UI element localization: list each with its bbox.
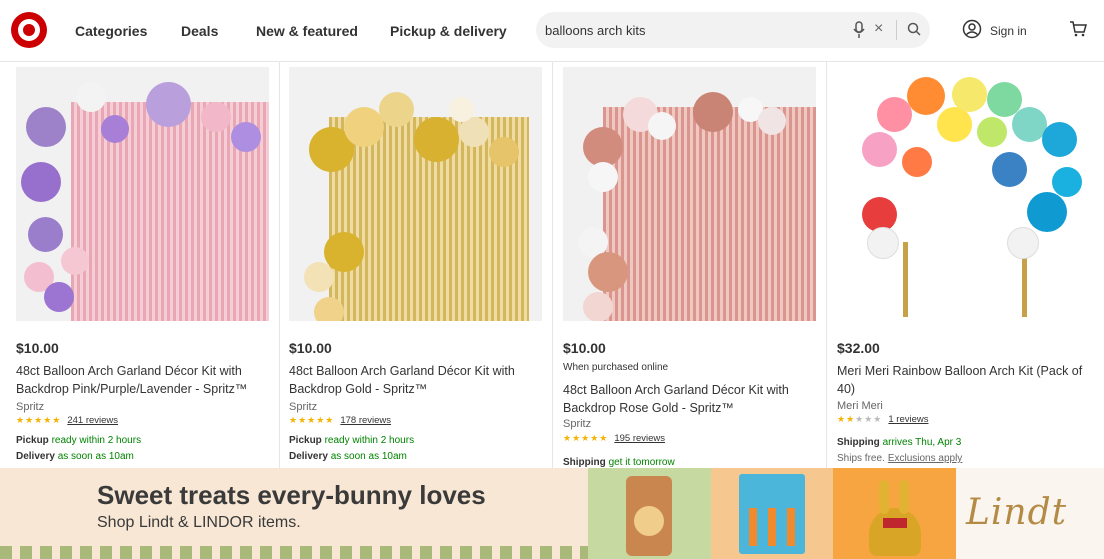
account-icon[interactable] xyxy=(962,19,982,39)
cart-icon[interactable] xyxy=(1069,20,1087,38)
fulfillment-label: Pickup xyxy=(16,435,49,446)
product-brand[interactable]: Spritz xyxy=(563,418,591,430)
product-title[interactable]: Meri Meri Rainbow Balloon Arch Kit (Pack… xyxy=(837,362,1087,398)
reviews-link[interactable]: 1 reviews xyxy=(888,414,928,425)
delivery-line: Delivery as soon as 10am xyxy=(16,451,134,462)
reviews-link[interactable]: 195 reviews xyxy=(614,433,665,444)
clear-search-icon[interactable]: × xyxy=(874,20,883,38)
product-brand[interactable]: Meri Meri xyxy=(837,400,883,412)
product-image[interactable] xyxy=(289,67,542,321)
price-note: When purchased online xyxy=(563,362,669,373)
shipping-line: Shipping get it tomorrow xyxy=(563,457,675,468)
nav-categories[interactable]: Categories xyxy=(75,23,147,39)
bunny-ear-icon xyxy=(879,480,889,514)
ships-free-text: Ships free. xyxy=(837,453,885,464)
rating-stars-icon: ★★★★★ xyxy=(16,415,62,425)
product-rating[interactable]: ★★★★★ 241 reviews xyxy=(16,415,118,426)
target-logo-icon[interactable] xyxy=(11,12,47,48)
fulfillment-value: arrives Thu, Apr 3 xyxy=(882,437,962,448)
fulfillment-value: get it tomorrow xyxy=(608,457,675,468)
carrot-icon xyxy=(768,508,776,546)
fulfillment-label: Pickup xyxy=(289,435,322,446)
fulfillment-label: Delivery xyxy=(16,451,55,462)
fulfillment-value: ready within 2 hours xyxy=(324,435,415,446)
product-price: $10.00 xyxy=(289,340,332,356)
search-icon[interactable] xyxy=(907,22,921,36)
product-image[interactable] xyxy=(16,67,269,321)
search-bar[interactable]: balloons arch kits × xyxy=(536,12,930,48)
product-title[interactable]: 48ct Balloon Arch Garland Décor Kit with… xyxy=(563,381,808,417)
product-rating[interactable]: ★★★★★ 178 reviews xyxy=(289,415,391,426)
decorative-stripes xyxy=(0,546,588,559)
shipping-line: Shipping arrives Thu, Apr 3 xyxy=(837,437,961,448)
carrot-icon xyxy=(749,508,757,546)
exclusions-link[interactable]: Exclusions apply xyxy=(888,453,962,464)
reviews-link[interactable]: 178 reviews xyxy=(340,415,391,426)
product-card[interactable]: $10.00 48ct Balloon Arch Garland Décor K… xyxy=(280,62,553,468)
reviews-link[interactable]: 241 reviews xyxy=(67,415,118,426)
fulfillment-value: as soon as 10am xyxy=(57,451,134,462)
rating-stars-icon: ★★ xyxy=(837,414,856,424)
nav-new-featured[interactable]: New & featured xyxy=(256,23,358,39)
banner-headline: Sweet treats every-bunny loves xyxy=(97,480,486,510)
fulfillment-label: Shipping xyxy=(563,457,606,468)
product-card[interactable]: $10.00 When purchased online 48ct Balloo… xyxy=(553,62,827,468)
product-brand[interactable]: Spritz xyxy=(16,401,44,413)
fulfillment-value: as soon as 10am xyxy=(330,451,407,462)
rating-stars-empty-icon: ★★★ xyxy=(855,414,883,424)
bow-icon xyxy=(883,518,907,528)
site-header: Categories Deals New & featured Pickup &… xyxy=(0,0,1104,62)
search-input[interactable]: balloons arch kits xyxy=(545,23,645,38)
product-image[interactable] xyxy=(837,67,1097,321)
bunny-ear-icon xyxy=(899,480,909,514)
product-card[interactable]: $32.00 Meri Meri Rainbow Balloon Arch Ki… xyxy=(827,62,1104,468)
product-brand[interactable]: Spritz xyxy=(289,401,317,413)
truffle-icon xyxy=(634,506,664,536)
fulfillment-label: Delivery xyxy=(289,451,328,462)
product-rating[interactable]: ★★★★★ 1 reviews xyxy=(837,414,928,425)
delivery-line: Delivery as soon as 10am xyxy=(289,451,407,462)
gold-bunny-icon xyxy=(869,508,921,556)
product-title[interactable]: 48ct Balloon Arch Garland Décor Kit with… xyxy=(289,362,534,398)
nav-pickup-delivery[interactable]: Pickup & delivery xyxy=(390,23,507,39)
fulfillment-value: ready within 2 hours xyxy=(51,435,142,446)
fulfillment-label: Shipping xyxy=(837,437,880,448)
product-panel xyxy=(711,468,833,559)
rating-stars-icon: ★★★★★ xyxy=(563,433,609,443)
pickup-line: Pickup ready within 2 hours xyxy=(289,435,414,446)
rating-stars-icon: ★★★★★ xyxy=(289,415,335,425)
ships-free-line: Ships free. Exclusions apply xyxy=(837,453,962,464)
carrot-icon xyxy=(787,508,795,546)
lindt-logo: Lindt xyxy=(966,492,1068,533)
nav-deals[interactable]: Deals xyxy=(181,23,218,39)
product-price: $10.00 xyxy=(563,340,606,356)
product-image[interactable] xyxy=(563,67,816,321)
product-panel xyxy=(833,468,956,559)
product-price: $10.00 xyxy=(16,340,59,356)
pickup-line: Pickup ready within 2 hours xyxy=(16,435,141,446)
product-rating[interactable]: ★★★★★ 195 reviews xyxy=(563,433,665,444)
search-divider xyxy=(896,20,897,40)
sign-in-link[interactable]: Sign in xyxy=(990,24,1027,38)
product-price: $32.00 xyxy=(837,340,880,356)
banner-subline: Shop Lindt & LINDOR items. xyxy=(97,514,301,531)
lindt-logo-panel: Lindt xyxy=(956,468,1104,559)
microphone-icon[interactable] xyxy=(853,21,865,39)
lindt-banner-ad[interactable]: Sweet treats every-bunny loves Shop Lind… xyxy=(0,468,1104,559)
product-card[interactable]: $10.00 48ct Balloon Arch Garland Décor K… xyxy=(0,62,280,468)
product-panel xyxy=(588,468,711,559)
product-title[interactable]: 48ct Balloon Arch Garland Décor Kit with… xyxy=(16,362,261,398)
